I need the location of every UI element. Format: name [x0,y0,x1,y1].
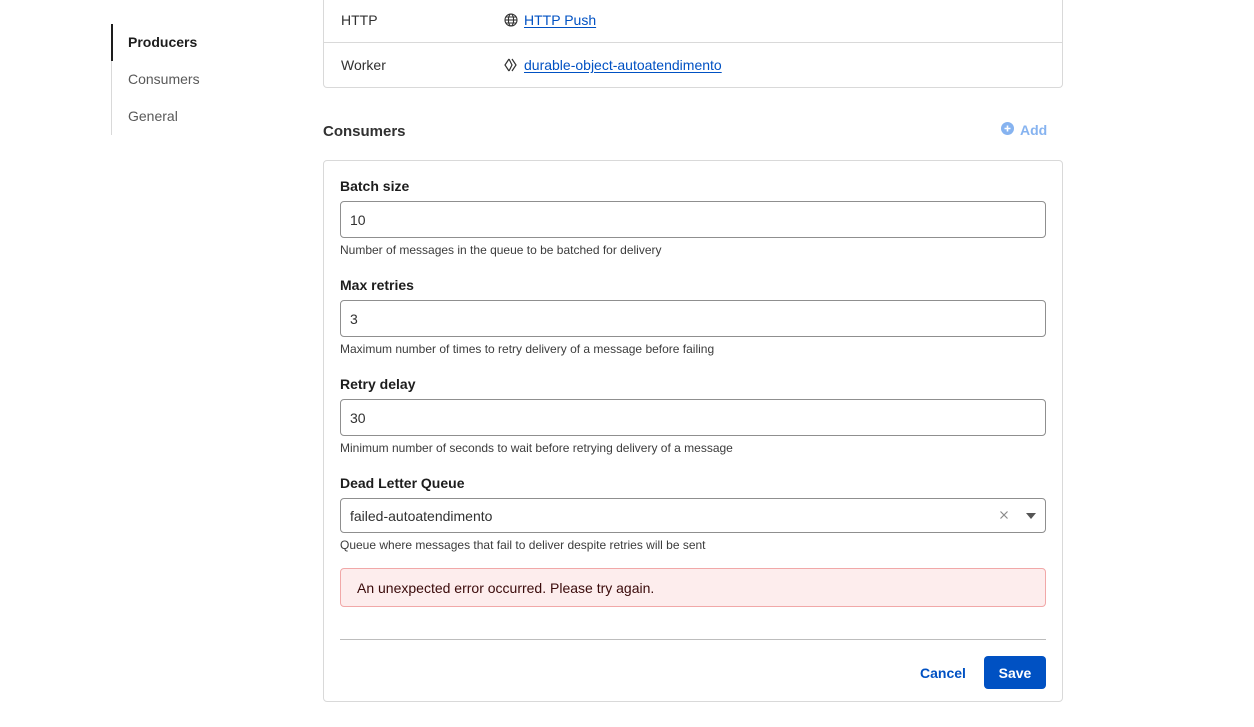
nav-item-consumers[interactable]: Consumers [112,61,291,98]
batch-size-hint: Number of messages in the queue to be ba… [340,243,662,257]
consumers-heading: Consumers [323,123,406,140]
retry-delay-label: Retry delay [340,376,416,392]
globe-icon [504,13,518,27]
worker-link[interactable]: durable-object-autoatendimento [524,57,722,73]
batch-size-value: 10 [350,211,366,228]
divider [340,639,1046,640]
cancel-button[interactable]: Cancel [910,656,976,689]
producers-card: HTTP HTTP Push Worker durable-object-aut… [323,0,1063,88]
retry-delay-field: Retry delay 30 Minimum number of seconds… [340,374,1046,455]
dead-letter-queue-select[interactable]: failed-autoatendimento [340,498,1046,533]
max-retries-hint: Maximum number of times to retry deliver… [340,342,715,356]
plus-circle-icon [1001,122,1014,138]
retry-delay-input[interactable]: 30 [340,399,1046,436]
save-button[interactable]: Save [984,656,1046,689]
clear-icon[interactable] [997,508,1011,522]
producer-row-worker: Worker durable-object-autoatendimento [324,42,1062,87]
error-message: An unexpected error occurred. Please try… [357,579,655,596]
dead-letter-queue-hint: Queue where messages that fail to delive… [340,538,706,552]
section-nav: Producers Consumers General [111,24,291,135]
max-retries-field: Max retries 3 Maximum number of times to… [340,275,1046,356]
producer-value: durable-object-autoatendimento [504,57,722,73]
retry-delay-value: 30 [350,409,366,426]
chevron-down-icon[interactable] [1026,513,1036,519]
add-consumer-button[interactable]: Add [1001,122,1047,138]
retry-delay-hint: Minimum number of seconds to wait before… [340,441,733,455]
batch-size-label: Batch size [340,178,410,194]
http-push-link[interactable]: HTTP Push [524,12,596,28]
worker-icon [504,58,518,72]
batch-size-field: Batch size 10 Number of messages in the … [340,176,1046,257]
max-retries-input[interactable]: 3 [340,300,1046,337]
error-banner: An unexpected error occurred. Please try… [340,568,1046,607]
consumer-form-card: Batch size 10 Number of messages in the … [323,160,1063,702]
max-retries-value: 3 [350,310,358,327]
producer-value: HTTP Push [504,12,596,28]
producer-row-http: HTTP HTTP Push [324,0,1062,42]
max-retries-label: Max retries [340,277,414,293]
nav-item-general[interactable]: General [112,98,291,135]
producer-type-label: HTTP [341,12,378,28]
nav-item-producers[interactable]: Producers [111,24,291,61]
batch-size-input[interactable]: 10 [340,201,1046,238]
dead-letter-queue-field: Dead Letter Queue failed-autoatendimento… [340,473,1046,552]
dead-letter-queue-label: Dead Letter Queue [340,475,465,491]
dead-letter-queue-value: failed-autoatendimento [350,507,493,524]
add-label: Add [1020,122,1048,138]
producer-type-label: Worker [341,57,386,73]
